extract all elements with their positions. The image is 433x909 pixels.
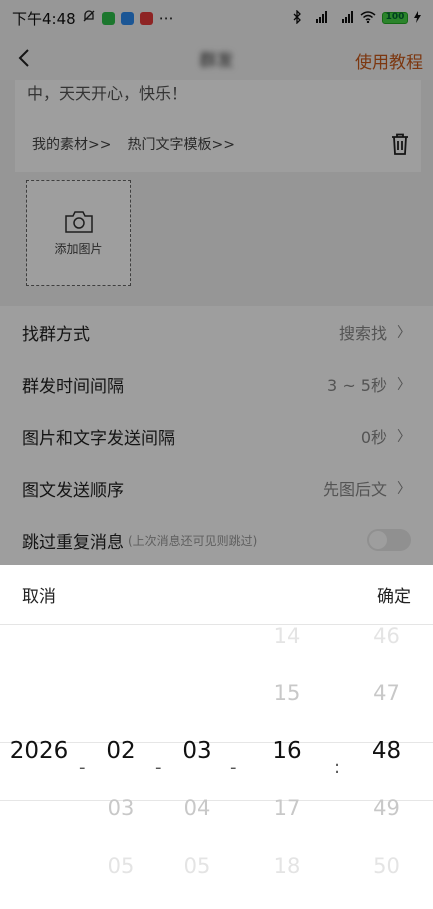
minute-option[interactable]: 49 bbox=[340, 788, 433, 828]
date-separator: - bbox=[155, 757, 162, 778]
hour-option[interactable]: 18 bbox=[237, 846, 337, 886]
picker-wheels: 2026 - 02 03 05 - 03 04 05 - 14 15 16 17 18 : 46… bbox=[0, 624, 433, 909]
date-separator: - bbox=[79, 757, 86, 778]
confirm-button[interactable]: 确定 bbox=[377, 582, 411, 607]
minute-option[interactable]: 48 bbox=[340, 731, 433, 771]
cancel-button[interactable]: 取消 bbox=[22, 582, 56, 607]
hour-wheel[interactable]: 14 15 16 17 18 bbox=[237, 624, 337, 909]
day-option[interactable]: 05 bbox=[162, 846, 232, 886]
hour-option[interactable]: 16 bbox=[237, 731, 337, 771]
year-option[interactable]: 2026 bbox=[0, 731, 78, 771]
minute-option[interactable]: 50 bbox=[340, 846, 433, 886]
date-separator: - bbox=[230, 757, 237, 778]
hour-option[interactable]: 14 bbox=[237, 616, 337, 656]
month-option[interactable]: 02 bbox=[86, 731, 156, 771]
month-wheel[interactable]: 02 03 05 bbox=[86, 625, 156, 909]
minute-wheel[interactable]: 46 47 48 49 50 bbox=[340, 624, 433, 909]
day-option[interactable]: 03 bbox=[162, 731, 232, 771]
hour-option[interactable]: 15 bbox=[237, 673, 337, 713]
dim-overlay[interactable] bbox=[0, 0, 433, 565]
minute-option[interactable]: 46 bbox=[340, 616, 433, 656]
minute-option[interactable]: 47 bbox=[340, 673, 433, 713]
day-wheel[interactable]: 03 04 05 bbox=[162, 625, 232, 909]
datetime-picker: 取消 确定 2026 - 02 03 05 - 03 04 05 - 14 15 16 17 1… bbox=[0, 565, 433, 909]
month-option[interactable]: 03 bbox=[86, 788, 156, 828]
day-option[interactable]: 04 bbox=[162, 788, 232, 828]
hour-option[interactable]: 17 bbox=[237, 788, 337, 828]
year-wheel[interactable]: 2026 bbox=[0, 625, 78, 909]
month-option[interactable]: 05 bbox=[86, 846, 156, 886]
